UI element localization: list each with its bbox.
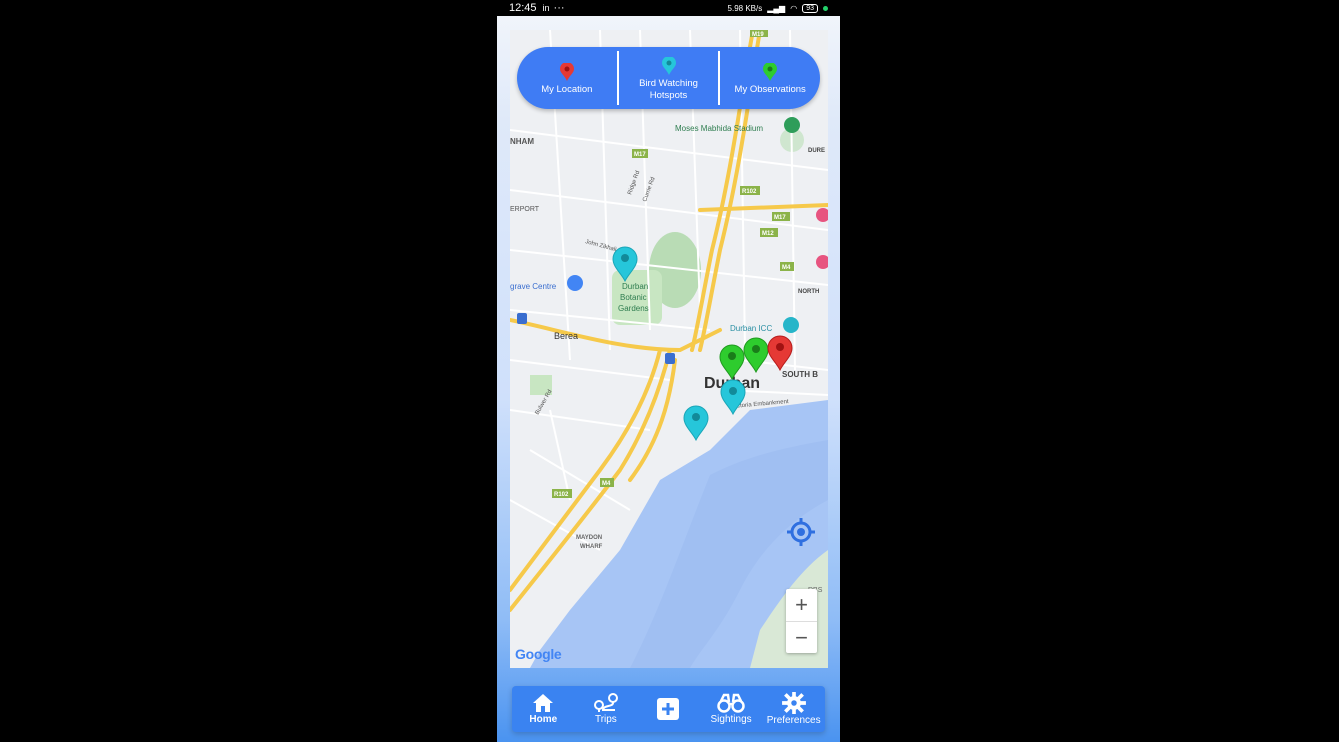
legend-hotspots-label-2: Hotspots xyxy=(649,89,688,101)
locate-icon[interactable] xyxy=(786,517,816,547)
shield-label: R102 xyxy=(742,189,757,195)
label-stadium: Moses Mabhida Stadium xyxy=(675,124,763,133)
label-erport: ERPORT xyxy=(510,206,540,213)
nav-sightings[interactable]: Sightings xyxy=(700,686,763,732)
bottom-nav: Home Trips Sightings Preferences xyxy=(512,686,825,732)
label-south-beach: SOUTH B xyxy=(782,370,818,379)
battery-indicator: 93 xyxy=(802,3,818,13)
legend-hotspots-label: Bird Watching xyxy=(639,77,698,89)
nav-preferences[interactable]: Preferences xyxy=(762,686,825,732)
zoom-out-button[interactable]: − xyxy=(786,621,817,653)
zoom-controls: + − xyxy=(786,589,817,653)
nav-trips[interactable]: Trips xyxy=(575,686,638,732)
nav-add[interactable] xyxy=(637,686,700,732)
hotel-icon-2[interactable] xyxy=(816,255,828,269)
legend-observations-label: My Observations xyxy=(734,83,806,95)
label-grave-centre: grave Centre xyxy=(510,282,557,291)
stadium-icon[interactable] xyxy=(784,117,800,133)
shield-label: M4 xyxy=(602,481,611,487)
route-icon xyxy=(593,693,618,712)
nav-sightings-label: Sightings xyxy=(710,714,752,725)
add-icon xyxy=(657,698,680,720)
status-time: 12:45 xyxy=(509,2,537,14)
green-pin-icon xyxy=(763,62,778,81)
nav-home[interactable]: Home xyxy=(512,686,575,732)
hotspot-marker[interactable] xyxy=(683,405,709,442)
nav-home-label: Home xyxy=(529,714,558,725)
home-icon xyxy=(533,694,554,712)
nav-trips-label: Trips xyxy=(594,714,617,725)
label-botanic: Botanic xyxy=(620,293,647,302)
legend-my-location-label: My Location xyxy=(541,83,593,95)
route-shield-3 xyxy=(517,313,527,324)
hotel-icon[interactable] xyxy=(816,208,828,222)
shield-label: M17 xyxy=(634,152,646,158)
map-view[interactable]: M17 R102 M17 M12 M4 R102 M4 M19 Moses Ma… xyxy=(510,30,828,668)
label-wharf: WHARF xyxy=(580,544,603,550)
signal-icon: ▂▄▆ xyxy=(767,3,786,13)
label-botanic: Durban xyxy=(622,282,648,291)
map-canvas[interactable]: M17 R102 M17 M12 M4 R102 M4 M19 Moses Ma… xyxy=(510,30,828,668)
label-dure: DURE xyxy=(808,148,825,154)
notification-dot-icon xyxy=(823,5,828,11)
cyan-pin-icon xyxy=(661,56,676,75)
observation-marker[interactable] xyxy=(719,344,745,381)
red-pin-icon xyxy=(559,62,574,81)
shield-label: M4 xyxy=(782,265,791,271)
legend-observations[interactable]: My Observations xyxy=(720,47,820,109)
more-icon: ··· xyxy=(553,2,565,14)
shield-label: M17 xyxy=(774,215,786,221)
shopping-icon[interactable] xyxy=(567,275,583,291)
nav-preferences-label: Preferences xyxy=(766,715,821,726)
observation-marker[interactable] xyxy=(743,337,769,374)
phone-screen: 12:45 in ··· 5.98 KB/s ▂▄▆ ◠ 93 M17 R102… xyxy=(497,0,840,742)
label-nham: NHAM xyxy=(510,137,534,146)
shield-label: R102 xyxy=(554,492,569,498)
status-bar: 12:45 in ··· 5.98 KB/s ▂▄▆ ◠ 93 xyxy=(497,0,840,16)
label-berea: Berea xyxy=(554,331,578,341)
zoom-in-button[interactable]: + xyxy=(786,589,817,621)
shield-label: M19 xyxy=(752,32,764,38)
shield-label: M12 xyxy=(762,231,774,237)
legend-hotspots[interactable]: Bird Watching Hotspots xyxy=(619,47,719,109)
gear-icon xyxy=(781,692,806,714)
label-street: John Zikhali xyxy=(584,239,616,253)
label-icc: Durban ICC xyxy=(730,324,772,333)
wifi-icon: ◠ xyxy=(790,3,798,13)
google-logo: Google xyxy=(515,646,562,662)
map-legend: My Location Bird Watching Hotspots My Ob… xyxy=(517,47,820,109)
net-speed: 5.98 KB/s xyxy=(727,3,763,13)
label-maydon: MAYDON xyxy=(576,535,602,541)
icc-icon[interactable] xyxy=(783,317,799,333)
label-street: Ridge Rd xyxy=(627,170,641,196)
linkedin-icon: in xyxy=(542,3,550,13)
google-logo-text: Google xyxy=(515,646,562,662)
legend-my-location[interactable]: My Location xyxy=(517,47,617,109)
label-botanic: Gardens xyxy=(618,304,649,313)
binoculars-icon xyxy=(717,693,745,713)
route-shield-3b xyxy=(665,353,675,364)
label-north: NORTH xyxy=(798,289,819,295)
